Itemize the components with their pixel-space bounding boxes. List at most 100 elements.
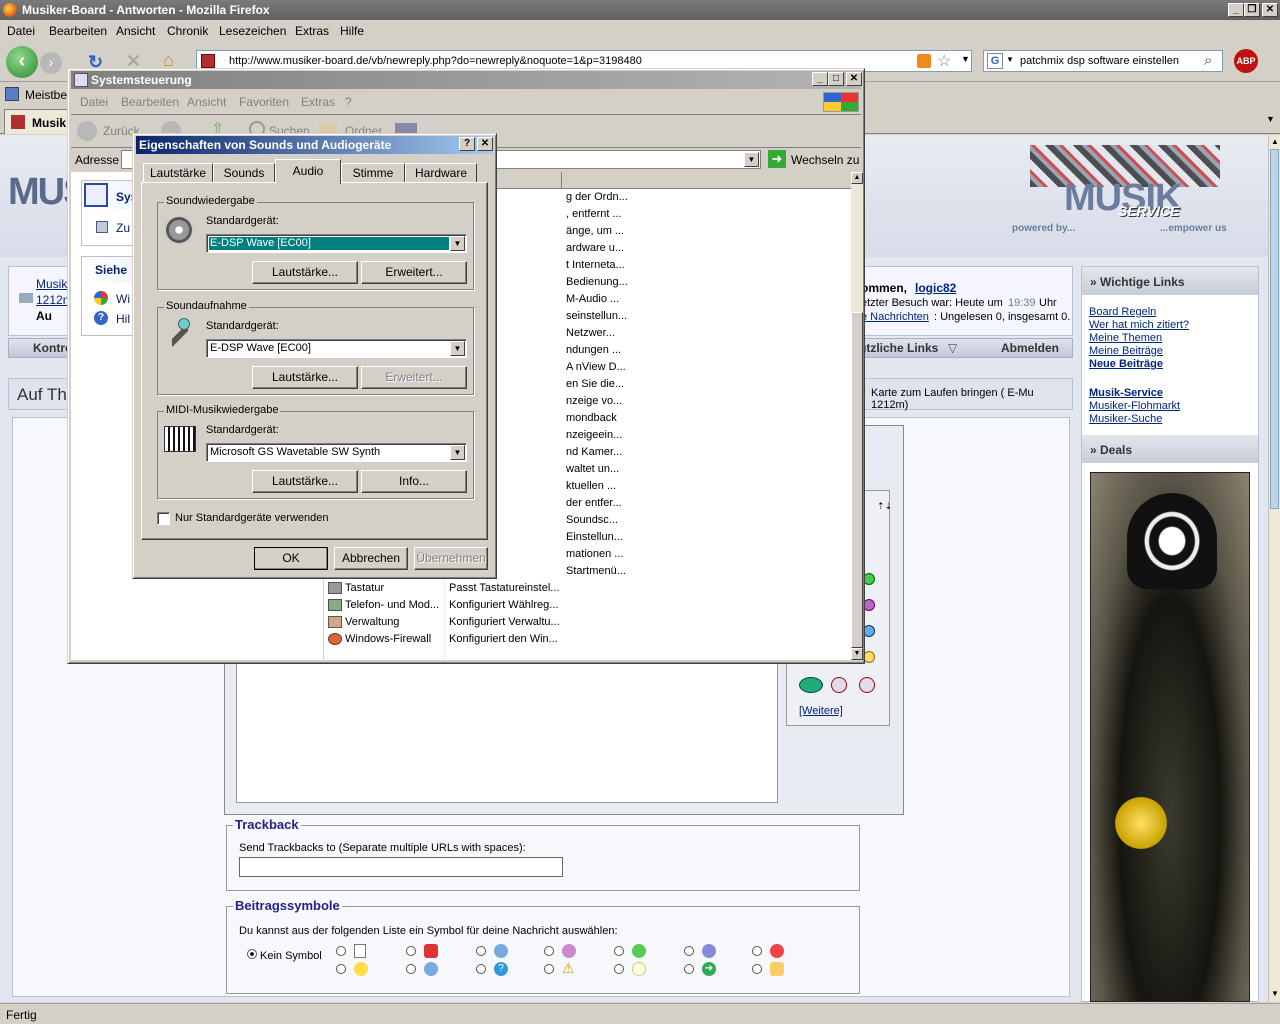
tab-sounds[interactable]: Sounds [213,163,275,182]
link-my-threads[interactable]: Meine Themen [1089,332,1162,344]
midi-dropdown-icon[interactable]: ▼ [450,445,465,460]
adblock-icon[interactable]: ABP [1234,49,1258,73]
advertisement-image[interactable] [1090,472,1250,1002]
tab-hardware[interactable]: Hardware [405,163,477,182]
post-icon-radio-none[interactable] [247,949,257,959]
post-icon-radio[interactable] [336,946,346,956]
only-default-checkbox[interactable] [157,512,170,525]
forward-arrow-icon[interactable]: › [40,52,62,74]
cp-maximize-button[interactable]: □ [828,72,844,86]
playback-device-select[interactable]: E-DSP Wave [EC00] ▼ [206,234,467,253]
tab-list-icon[interactable]: ▼ [1266,114,1275,124]
smiley-icon[interactable] [859,677,875,693]
cp-list-item[interactable]: Telefon- und Mod... Konfiguriert Wählreg… [324,597,844,614]
cp-menu-datei[interactable]: Datei [80,95,108,109]
cp-scroll-thumb[interactable] [851,312,863,648]
post-icon-radio[interactable] [684,946,694,956]
scroll-down-icon[interactable]: ▼ [1271,989,1279,998]
back-arrow-icon[interactable]: ‹ [6,46,38,78]
playback-dropdown-icon[interactable]: ▼ [450,236,465,251]
record-device-select[interactable]: E-DSP Wave [EC00] ▼ [206,339,467,358]
cp-list-item[interactable]: Tastatur Passt Tastatureinstel... [324,580,844,597]
bookmark-item[interactable]: Meistbes [25,88,73,102]
menu-chronik[interactable]: Chronik [167,24,208,38]
cp-address-dropdown-icon[interactable]: ▼ [744,152,759,167]
cp-menu-extras[interactable]: Extras [301,95,335,109]
breadcrumb-link[interactable]: 1212n [36,293,69,307]
record-dropdown-icon[interactable]: ▼ [450,341,465,356]
cp-menu-ansicht[interactable]: Ansicht [187,95,226,109]
menu-extras[interactable]: Extras [295,24,329,38]
link-musik-service[interactable]: Musik-Service [1089,387,1163,399]
tab-lautstaerke[interactable]: Lautstärke [143,163,213,182]
playback-advanced-button[interactable]: Erweitert... [361,261,467,284]
menu-bearbeiten[interactable]: Bearbeiten [49,24,107,38]
cp-minimize-button[interactable]: _ [812,72,828,86]
rss-icon[interactable] [917,54,931,68]
post-icon-radio[interactable] [752,946,762,956]
cp-go-label[interactable]: Wechseln zu [791,153,859,167]
cp-go-icon[interactable]: ➜ [768,150,786,168]
menu-ansicht[interactable]: Ansicht [116,24,155,38]
url-dropdown-icon[interactable]: ▼ [961,54,970,64]
link-board-rules[interactable]: Board Regeln [1089,306,1156,318]
cp-list-item[interactable]: Verwaltung Konfiguriert Verwaltu... [324,614,844,631]
dialog-help-button[interactable]: ? [459,137,475,151]
post-icon-radio[interactable] [614,946,624,956]
search-icon[interactable]: ⌕ [1204,52,1212,69]
link-flohmarkt[interactable]: Musiker-Flohmarkt [1089,400,1180,412]
playback-volume-button[interactable]: Lautstärke... [252,261,358,284]
midi-device-select[interactable]: Microsoft GS Wavetable SW Synth ▼ [206,443,467,462]
cp-back-icon[interactable] [77,121,97,141]
username-link[interactable]: logic82 [915,281,956,295]
cp-switch-view-link[interactable]: Zu [116,221,130,235]
cp-menu-bearbeiten[interactable]: Bearbeiten [121,95,179,109]
midi-volume-button[interactable]: Lautstärke... [252,470,358,493]
close-button[interactable]: ✕ [1262,3,1278,17]
cancel-button[interactable]: Abbrechen [334,547,408,570]
nav-dropdown-icon[interactable]: ▽ [948,341,957,355]
post-icon-radio[interactable] [544,946,554,956]
tab-audio[interactable]: Audio [275,159,341,184]
post-icon-radio[interactable] [406,946,416,956]
link-my-posts[interactable]: Meine Beiträge [1089,345,1163,357]
smiley-icon[interactable] [799,677,823,693]
private-messages-link[interactable]: e Nachrichten [861,311,929,323]
menu-datei[interactable]: Datei [7,24,35,38]
scroll-up-icon[interactable]: ▲ [1271,137,1279,146]
cp-list-item[interactable]: Windows-Firewall Konfiguriert den Win... [324,631,844,648]
google-icon[interactable]: G [987,53,1003,69]
cp-help-link[interactable]: Hil [116,312,130,326]
dialog-close-button[interactable]: ✕ [477,137,493,151]
trackback-input[interactable] [239,857,563,877]
post-icon-radio[interactable] [406,964,416,974]
tab-stimme[interactable]: Stimme [341,163,405,182]
cp-close-button[interactable]: ✕ [846,72,862,86]
midi-info-button[interactable]: Info... [361,470,467,493]
breadcrumb-link[interactable]: Musik [36,277,67,291]
maximize-button[interactable]: ❐ [1244,3,1260,17]
post-icon-radio[interactable] [476,964,486,974]
cp-scroll-down-icon[interactable]: ▼ [851,648,863,660]
post-icon-radio[interactable] [614,964,624,974]
nav-useful-links[interactable]: ützliche Links [859,341,938,355]
search-input[interactable]: G ▼ patchmix dsp software einstellen ⌕ [983,50,1223,72]
minimize-button[interactable]: _ [1228,3,1244,17]
cp-scrollbar[interactable]: ▲ ▼ [851,172,863,660]
link-musiker-suche[interactable]: Musiker-Suche [1089,413,1162,425]
cp-menu-favoriten[interactable]: Favoriten [239,95,289,109]
collapse-icon[interactable]: ⇡⇣ [877,501,892,512]
menu-lesezeichen[interactable]: Lesezeichen [219,24,286,38]
link-new-posts[interactable]: Neue Beiträge [1089,358,1163,370]
post-icon-radio[interactable] [752,964,762,974]
smiley-icon[interactable] [831,677,847,693]
ok-button[interactable]: OK [254,547,328,570]
browser-tab[interactable]: Musik [4,109,74,134]
cp-scroll-up-icon[interactable]: ▲ [851,172,863,184]
post-icon-radio[interactable] [544,964,554,974]
bookmark-star-icon[interactable]: ☆ [937,51,951,71]
page-scrollbar[interactable]: ▲ ▼ [1268,135,1280,1002]
scroll-thumb[interactable] [1270,149,1279,509]
record-volume-button[interactable]: Lautstärke... [252,366,358,389]
cp-windows-update-link[interactable]: Wi [116,292,130,306]
